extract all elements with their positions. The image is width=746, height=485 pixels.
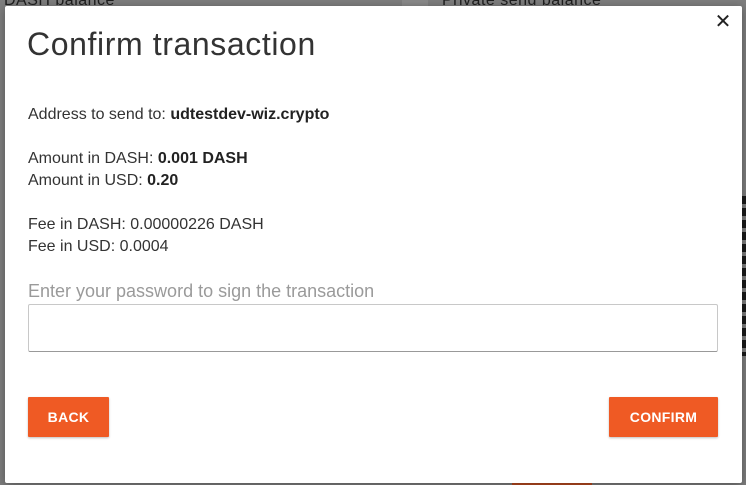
password-label: Enter your password to sign the transact… <box>28 281 375 301</box>
amount-usd-value: 0.20 <box>147 172 179 189</box>
confirm-transaction-modal: ✕ Confirm transaction Address to send to… <box>5 6 742 483</box>
amount-dash-label: Amount in DASH: <box>28 150 158 167</box>
fee-usd-row: Fee in USD: 0.0004 <box>28 236 708 258</box>
fee-usd-label: Fee in USD: <box>28 238 120 255</box>
address-value: udtestdev-wiz.crypto <box>170 106 330 123</box>
fee-usd-value: 0.0004 <box>119 238 169 255</box>
password-input[interactable] <box>28 304 718 352</box>
address-label: Address to send to: <box>28 106 171 123</box>
amount-usd-row: Amount in USD: 0.20 <box>28 170 708 192</box>
confirm-button[interactable]: CONFIRM <box>609 397 718 437</box>
close-icon[interactable]: ✕ <box>712 10 734 32</box>
amount-dash-value: 0.001 DASH <box>157 150 248 167</box>
amount-dash-row: Amount in DASH: 0.001 DASH <box>28 148 708 170</box>
address-row: Address to send to: udtestdev-wiz.crypto <box>28 104 708 126</box>
fee-dash-row: Fee in DASH: 0.00000226 DASH <box>28 214 708 236</box>
amount-usd-label: Amount in USD: <box>28 172 148 189</box>
fee-dash-value: 0.00000226 DASH <box>130 216 264 233</box>
transaction-details: Address to send to: udtestdev-wiz.crypto… <box>28 104 708 258</box>
back-button[interactable]: BACK <box>28 397 109 437</box>
modal-title: Confirm transaction <box>27 26 316 62</box>
fee-dash-label: Fee in DASH: <box>28 216 131 233</box>
